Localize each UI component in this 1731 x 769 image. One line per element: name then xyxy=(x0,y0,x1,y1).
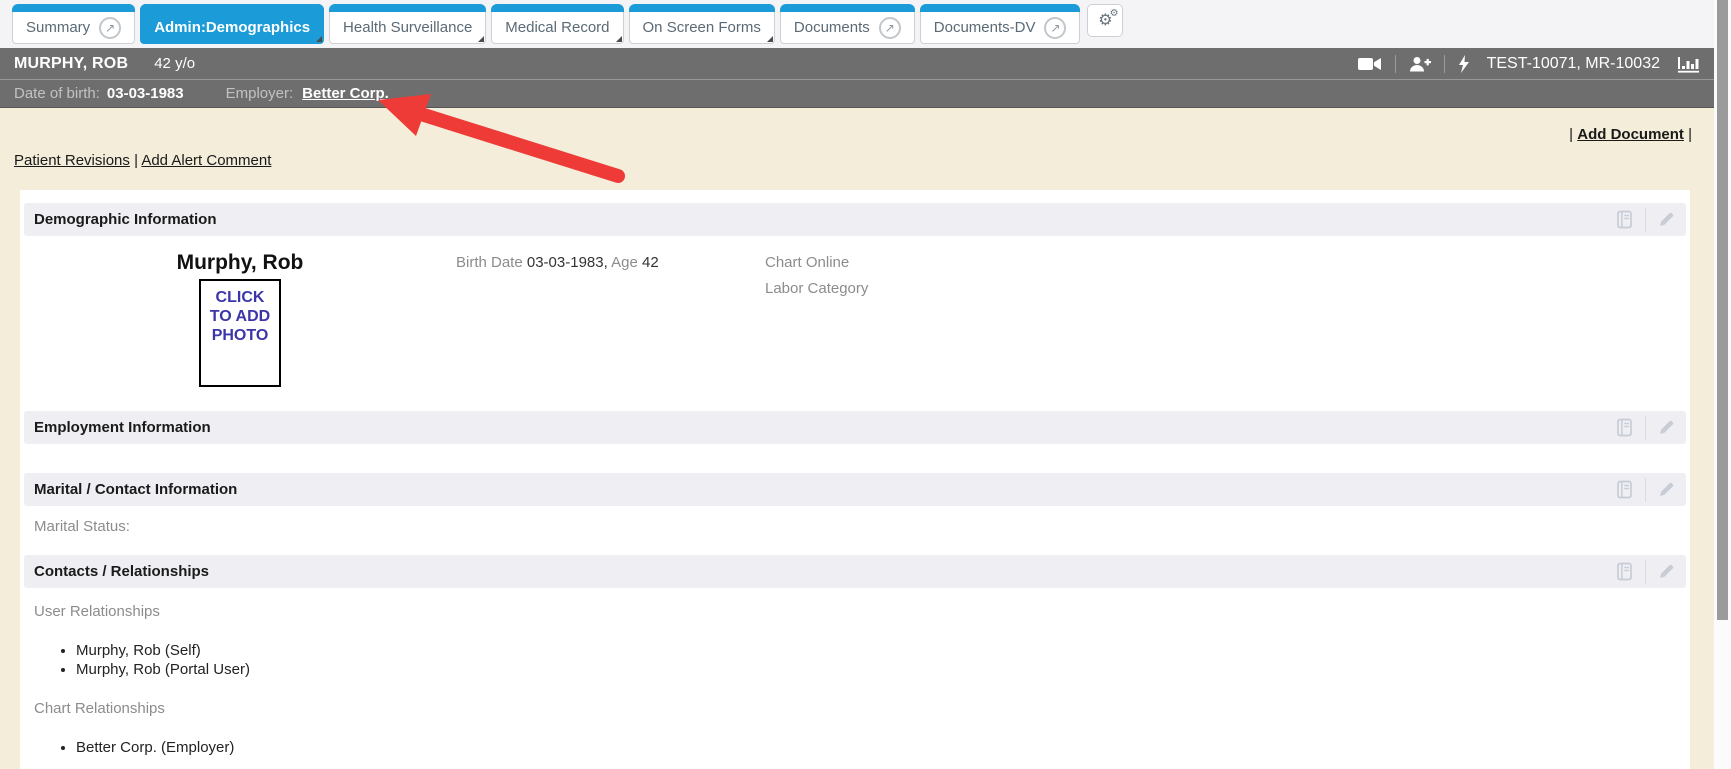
tab-dropdown-corner-icon[interactable] xyxy=(478,36,484,42)
patient-age: 42 y/o xyxy=(154,55,195,72)
main-content: | Add Document | Patient Revisions | Add… xyxy=(0,108,1714,769)
tab-accent-strip xyxy=(780,4,915,12)
lightning-bolt-icon[interactable] xyxy=(1458,55,1470,73)
labor-category-label: Labor Category xyxy=(765,278,1686,300)
marital-status-label: Marital Status: xyxy=(24,519,1686,534)
external-link-icon[interactable]: ↗ xyxy=(879,17,901,39)
edit-pencil-icon[interactable] xyxy=(1657,418,1676,437)
section-header-marital: Marital / Contact Information xyxy=(24,473,1686,506)
dob-value: 03-03-1983 xyxy=(107,85,184,102)
tab-summary[interactable]: Summary ↗ xyxy=(12,4,135,44)
add-photo-placeholder[interactable]: CLICK TO ADD PHOTO xyxy=(199,279,281,387)
chart-relationships-label: Chart Relationships xyxy=(24,701,1686,716)
journal-icon[interactable] xyxy=(1615,480,1634,499)
user-relationships-label: User Relationships xyxy=(24,604,1686,619)
tab-dropdown-corner-icon[interactable] xyxy=(767,36,773,42)
journal-icon[interactable] xyxy=(1615,562,1634,581)
tab-documents-dv[interactable]: Documents-DV ↗ xyxy=(920,4,1081,44)
section-header-demographic: Demographic Information xyxy=(24,203,1686,236)
tab-accent-strip xyxy=(629,4,775,12)
age-label: Age xyxy=(611,254,638,271)
external-link-icon[interactable]: ↗ xyxy=(1044,17,1066,39)
tab-accent-strip xyxy=(920,4,1081,12)
birth-date-value: 03-03-1983, xyxy=(527,254,608,271)
icon-divider xyxy=(1645,208,1646,232)
toolbar-divider xyxy=(1395,55,1396,73)
patient-header-bar: MURPHY, ROB 42 y/o TEST-10071, MR-10032 xyxy=(0,48,1714,79)
add-alert-comment-link[interactable]: Add Alert Comment xyxy=(141,152,271,169)
age-value: 42 xyxy=(642,254,659,271)
icon-divider xyxy=(1645,478,1646,502)
tab-label: Documents xyxy=(794,19,870,36)
demographic-info-row: Murphy, Rob CLICK TO ADD PHOTO Birth Dat… xyxy=(24,252,1686,387)
tab-health-surveillance[interactable]: Health Surveillance xyxy=(329,4,486,44)
add-person-icon[interactable] xyxy=(1409,56,1431,72)
video-camera-icon[interactable] xyxy=(1358,56,1382,72)
chart-online-label: Chart Online xyxy=(765,252,1686,274)
icon-divider xyxy=(1645,560,1646,584)
list-item: Murphy, Rob (Portal User) xyxy=(76,661,1686,680)
scrollbar-thumb[interactable] xyxy=(1717,0,1728,620)
dob-label: Date of birth: xyxy=(14,85,100,102)
patient-name: MURPHY, ROB xyxy=(14,55,128,73)
patient-revisions-link[interactable]: Patient Revisions xyxy=(14,152,130,169)
settings-button[interactable]: ⚙⚙ xyxy=(1087,4,1123,37)
journal-icon[interactable] xyxy=(1615,418,1634,437)
patient-links-row: Patient Revisions | Add Alert Comment xyxy=(0,152,1714,169)
section-header-employment: Employment Information xyxy=(24,411,1686,444)
vertical-scrollbar xyxy=(1714,0,1731,769)
patient-display-name: Murphy, Rob xyxy=(177,252,304,274)
tab-accent-strip xyxy=(491,4,623,12)
tab-medical-record[interactable]: Medical Record xyxy=(491,4,623,44)
tab-label: Health Surveillance xyxy=(343,19,472,36)
patient-ids: TEST-10071, MR-10032 xyxy=(1487,55,1660,73)
tab-dropdown-corner-icon[interactable] xyxy=(616,36,622,42)
section-title: Employment Information xyxy=(34,419,211,436)
tab-label: Admin:Demographics xyxy=(154,19,310,36)
section-header-contacts: Contacts / Relationships xyxy=(24,555,1686,588)
icon-divider xyxy=(1645,416,1646,440)
tab-label: Summary xyxy=(26,19,90,36)
external-link-icon[interactable]: ↗ xyxy=(99,17,121,39)
list-item: Murphy, Rob (Self) xyxy=(76,642,1686,661)
chart-relationships-list: Better Corp. (Employer) xyxy=(24,739,1686,758)
list-item: Better Corp. (Employer) xyxy=(76,739,1686,758)
tab-label: Medical Record xyxy=(505,19,609,36)
tab-bar: Summary ↗ Admin:Demographics Health Surv… xyxy=(0,0,1714,48)
user-relationships-list: Murphy, Rob (Self) Murphy, Rob (Portal U… xyxy=(24,642,1686,679)
toolbar-divider xyxy=(1444,55,1445,73)
patient-subheader-bar: Date of birth: 03-03-1983 Employer: Bett… xyxy=(0,79,1714,108)
journal-icon[interactable] xyxy=(1615,210,1634,229)
section-title: Marital / Contact Information xyxy=(34,481,237,498)
employer-link[interactable]: Better Corp. xyxy=(302,85,389,102)
tab-admin-demographics[interactable]: Admin:Demographics xyxy=(140,4,324,44)
employer-label: Employer: xyxy=(226,85,294,102)
tab-label: On Screen Forms xyxy=(643,19,761,36)
app-window: Summary ↗ Admin:Demographics Health Surv… xyxy=(0,0,1714,769)
tab-on-screen-forms[interactable]: On Screen Forms xyxy=(629,4,775,44)
birth-date-line: Birth Date 03-03-1983, Age 42 xyxy=(456,252,765,387)
add-document-row: | Add Document | xyxy=(0,126,1714,143)
edit-pencil-icon[interactable] xyxy=(1657,480,1676,499)
edit-pencil-icon[interactable] xyxy=(1657,562,1676,581)
tab-accent-strip xyxy=(12,4,135,12)
chart-status-column: Chart Online Labor Category xyxy=(765,252,1686,387)
edit-pencil-icon[interactable] xyxy=(1657,210,1676,229)
section-title: Demographic Information xyxy=(34,211,217,228)
add-document-link[interactable]: Add Document xyxy=(1577,126,1684,143)
section-title: Contacts / Relationships xyxy=(34,563,209,580)
tab-label: Documents-DV xyxy=(934,19,1036,36)
tab-dropdown-corner-icon[interactable] xyxy=(316,36,322,42)
gears-icon: ⚙⚙ xyxy=(1098,13,1112,29)
tab-accent-strip xyxy=(140,4,324,12)
tab-documents[interactable]: Documents ↗ xyxy=(780,4,915,44)
tab-accent-strip xyxy=(329,4,486,12)
demographics-card: Demographic Information Murphy, Rob CLIC… xyxy=(20,190,1690,769)
chart-stats-icon[interactable] xyxy=(1677,55,1700,73)
birth-date-label: Birth Date xyxy=(456,254,523,271)
